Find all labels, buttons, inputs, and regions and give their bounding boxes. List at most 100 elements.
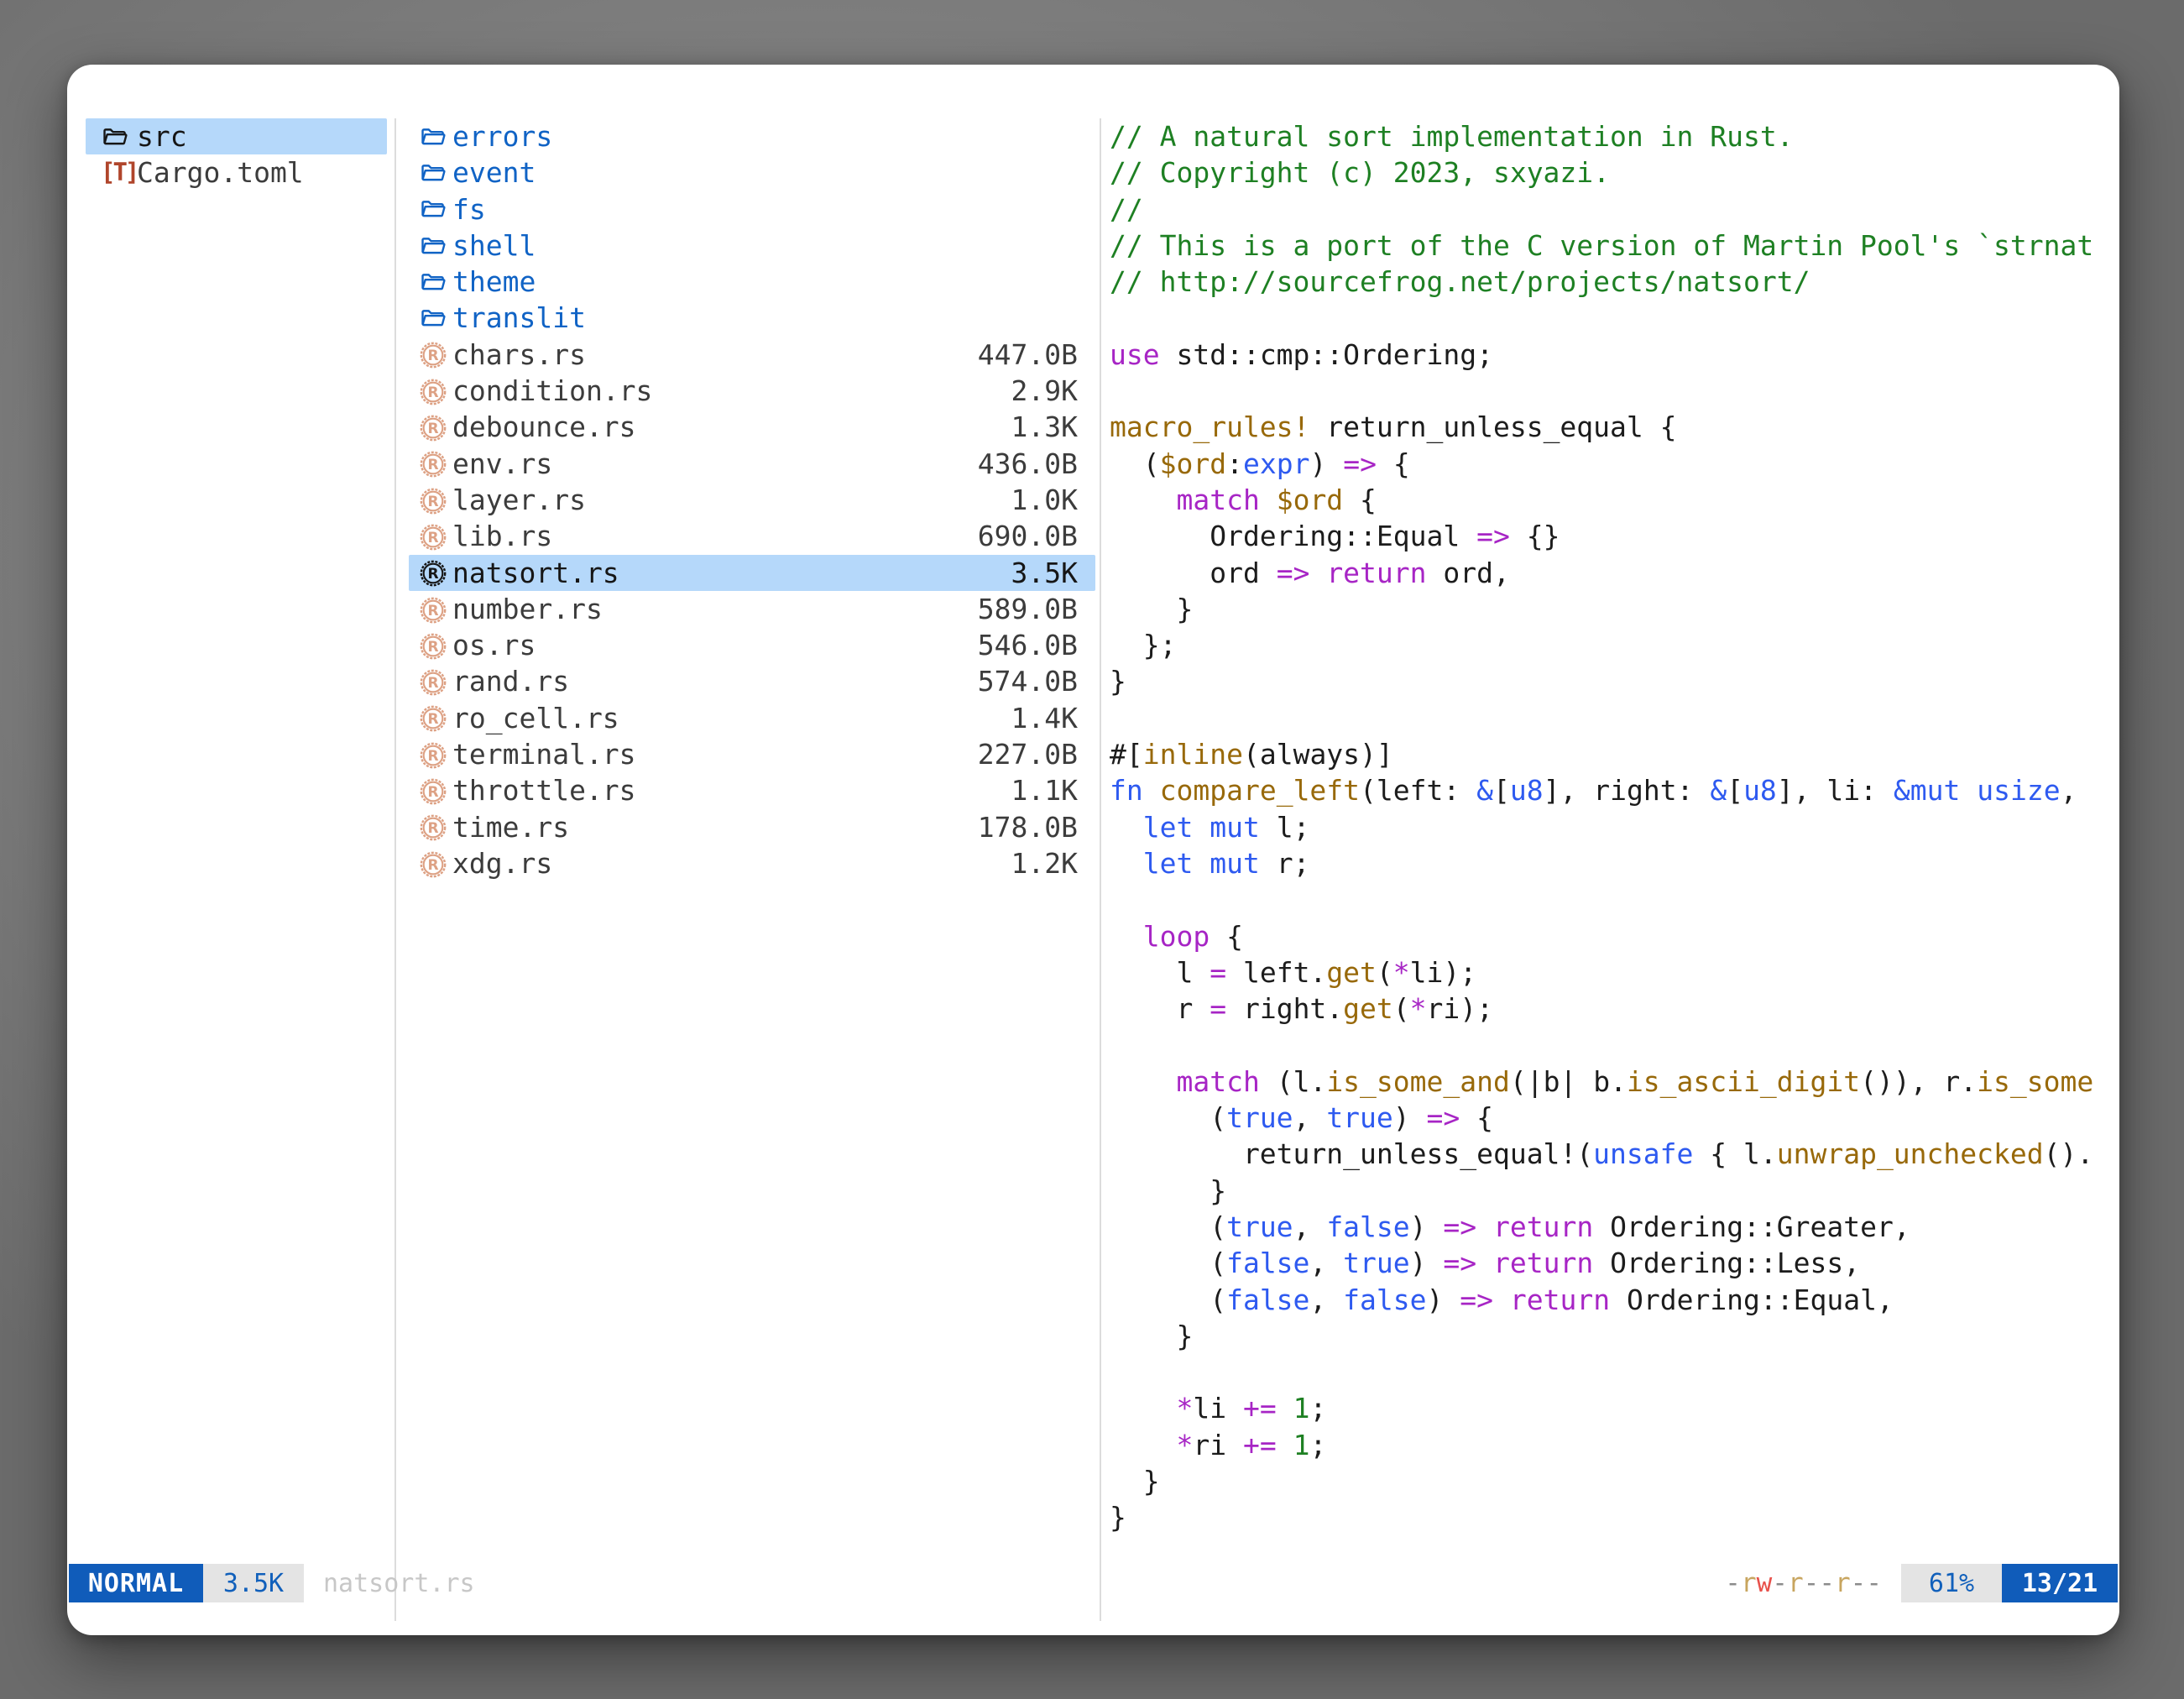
svg-text:R: R <box>427 639 438 656</box>
code-line: } <box>1110 591 2113 627</box>
code-line: // Copyright (c) 2023, sxyazi. <box>1110 154 2113 191</box>
code-line: (true, false) => return Ordering::Greate… <box>1110 1209 2113 1245</box>
file-row-throttle-rs[interactable]: Rthrottle.rs 1.1K <box>409 772 1095 808</box>
svg-text:R: R <box>427 857 438 874</box>
file-row-lib-rs[interactable]: Rlib.rs690.0B <box>409 518 1095 554</box>
file-row-natsort-rs[interactable]: Rnatsort.rs3.5K <box>409 555 1095 591</box>
scroll-percent-chip: 61% <box>1901 1564 2002 1602</box>
code-line: (true, true) => { <box>1110 1100 2113 1136</box>
code-line: loop { <box>1110 918 2113 954</box>
file-row-os-rs[interactable]: Ros.rs546.0B <box>409 627 1095 663</box>
cursor-position-chip: 13/21 <box>2002 1564 2118 1602</box>
entry-size: 2.9K <box>1011 373 1078 409</box>
folder-open-icon <box>419 159 447 188</box>
rust-file-icon: R <box>419 813 447 842</box>
entry-label: ro_cell.rs <box>452 700 619 736</box>
entry-label: throttle.rs <box>452 772 636 808</box>
folder-row-fs[interactable]: fs <box>409 191 1095 227</box>
entry-label: number.rs <box>452 591 603 627</box>
code-line <box>1110 300 2113 336</box>
file-row-ro-cell-rs[interactable]: Rro_cell.rs 1.4K <box>409 700 1095 736</box>
rust-file-icon: R <box>419 559 447 588</box>
code-line: ($ord:expr) => { <box>1110 446 2113 482</box>
folder-row-event[interactable]: event <box>409 154 1095 191</box>
code-line <box>1110 881 2113 917</box>
entry-label: lib.rs <box>452 518 552 554</box>
entry-size: 1.1K <box>1011 772 1078 808</box>
svg-text:R: R <box>427 384 438 401</box>
pane-divider <box>1100 118 1101 1621</box>
status-filename: natsort.rs <box>323 1564 475 1602</box>
rust-file-icon: R <box>419 414 447 442</box>
entry-label: natsort.rs <box>452 555 619 591</box>
file-row-time-rs[interactable]: Rtime.rs178.0B <box>409 809 1095 845</box>
file-row-xdg-rs[interactable]: Rxdg.rs1.2K <box>409 845 1095 881</box>
folder-row-shell[interactable]: shell <box>409 227 1095 264</box>
file-row-debounce-rs[interactable]: Rdebounce.rs1.3K <box>409 409 1095 445</box>
code-line <box>1110 1354 2113 1390</box>
file-row-terminal-rs[interactable]: Rterminal.rs227.0B <box>409 736 1095 772</box>
svg-text:R: R <box>427 603 438 619</box>
code-line: // http://sourcefrog.net/projects/natsor… <box>1110 264 2113 300</box>
folder-open-icon <box>419 269 447 297</box>
status-bar: NORMAL 3.5K natsort.rs -rw-r--r-- 61% 13… <box>69 1564 2118 1602</box>
code-line: ord => return ord, <box>1110 555 2113 591</box>
entry-label: condition.rs <box>452 373 652 409</box>
file-row-chars-rs[interactable]: Rchars.rs447.0B <box>409 337 1095 373</box>
svg-text:R: R <box>427 712 438 729</box>
entry-size: 447.0B <box>978 337 1078 373</box>
code-line: Ordering::Equal => {} <box>1110 518 2113 554</box>
code-line: // <box>1110 191 2113 227</box>
entry-size: 1.4K <box>1011 700 1078 736</box>
entry-label: os.rs <box>452 627 536 663</box>
file-row-layer-rs[interactable]: Rlayer.rs1.0K <box>409 482 1095 518</box>
status-bar-right: -rw-r--r-- 61% 13/21 <box>1725 1564 2118 1602</box>
folder-row-translit[interactable]: translit <box>409 300 1095 336</box>
parent-directory-pane: src[T]Cargo.toml <box>86 118 387 191</box>
file-row-cargo-toml[interactable]: [T]Cargo.toml <box>86 154 387 191</box>
toml-file-icon: [T] <box>101 154 129 191</box>
entry-label: theme <box>452 264 536 300</box>
rust-file-icon: R <box>419 487 447 515</box>
code-line: } <box>1110 663 2113 699</box>
entry-label: shell <box>452 227 536 264</box>
folder-open-icon <box>419 305 447 333</box>
code-line: } <box>1110 1463 2113 1499</box>
current-directory-pane: errorseventfsshellthemetranslitRchars.rs… <box>409 118 1095 881</box>
rust-file-icon: R <box>419 668 447 697</box>
file-row-number-rs[interactable]: Rnumber.rs 589.0B <box>409 591 1095 627</box>
code-line: fn compare_left(left: &[u8], right: &[u8… <box>1110 772 2113 808</box>
folder-row-theme[interactable]: theme <box>409 264 1095 300</box>
svg-text:R: R <box>427 566 438 583</box>
rust-file-icon: R <box>419 341 447 369</box>
code-line: (false, false) => return Ordering::Equal… <box>1110 1282 2113 1318</box>
rust-file-icon: R <box>419 596 447 625</box>
code-line <box>1110 700 2113 736</box>
code-line: let mut r; <box>1110 845 2113 881</box>
folder-row-errors[interactable]: errors <box>409 118 1095 154</box>
file-row-rand-rs[interactable]: Rrand.rs574.0B <box>409 663 1095 699</box>
file-row-condition-rs[interactable]: Rcondition.rs 2.9K <box>409 373 1095 409</box>
entry-size: 574.0B <box>978 663 1078 699</box>
code-line: }; <box>1110 627 2113 663</box>
svg-text:R: R <box>427 494 438 510</box>
code-line: } <box>1110 1318 2113 1354</box>
folder-open-icon <box>419 196 447 224</box>
code-line: r = right.get(*ri); <box>1110 991 2113 1027</box>
rust-file-icon: R <box>419 704 447 733</box>
code-line: let mut l; <box>1110 809 2113 845</box>
mode-indicator: NORMAL <box>69 1564 203 1602</box>
code-line: // A natural sort implementation in Rust… <box>1110 118 2113 154</box>
rust-file-icon: R <box>419 450 447 478</box>
svg-text:R: R <box>427 784 438 801</box>
code-line: *ri += 1; <box>1110 1427 2113 1463</box>
folder-row-src[interactable]: src <box>86 118 387 154</box>
code-line: *li += 1; <box>1110 1390 2113 1426</box>
file-preview-pane: // A natural sort implementation in Rust… <box>1110 118 2113 1562</box>
code-line: l = left.get(*li); <box>1110 954 2113 991</box>
svg-text:R: R <box>427 530 438 546</box>
file-size-chip: 3.5K <box>203 1564 304 1602</box>
code-line: macro_rules! return_unless_equal { <box>1110 409 2113 445</box>
entry-size: 589.0B <box>978 591 1078 627</box>
file-row-env-rs[interactable]: Renv.rs436.0B <box>409 446 1095 482</box>
